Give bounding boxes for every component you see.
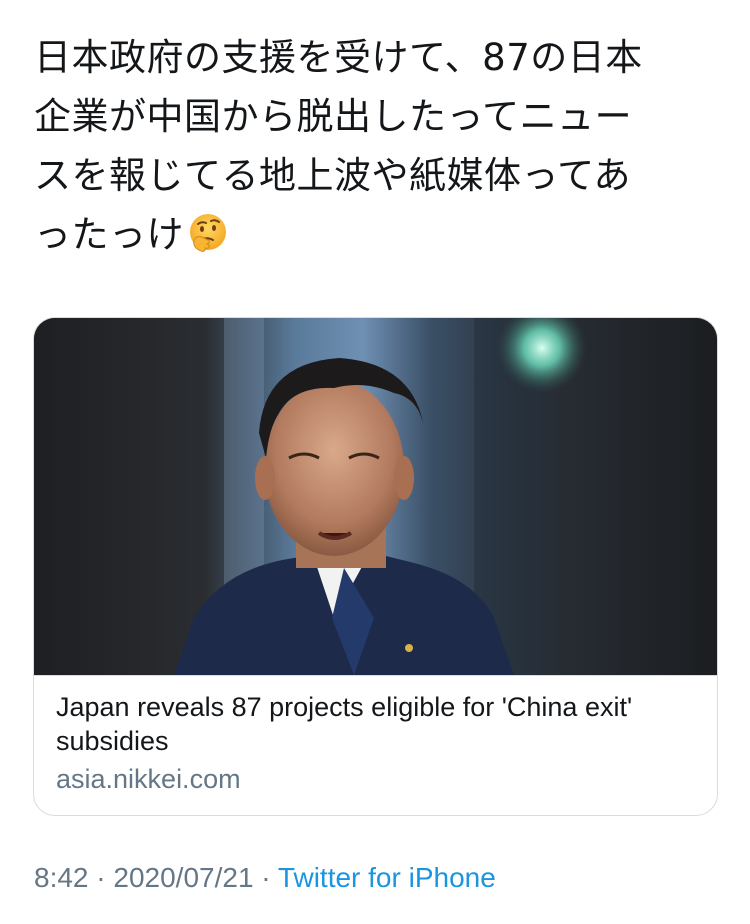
tweet-line-4-text: ったっけ	[34, 213, 184, 256]
tweet-time: 8:42	[34, 862, 89, 893]
tweet-text: 日本政府の支援を受けて、87の日本 企業が中国から脱出したってニュー スを報じて…	[34, 28, 724, 264]
tweet-line-2: 企業が中国から脱出したってニュー	[34, 95, 633, 138]
thinking-face-icon	[186, 211, 230, 255]
card-domain: asia.nikkei.com	[56, 764, 241, 794]
card-image[interactable]	[34, 318, 717, 675]
card-body[interactable]: Japan reveals 87 projects eligible for '…	[34, 675, 717, 815]
tweet-line-3: スを報じてる地上波や紙媒体ってあ	[34, 154, 632, 197]
tweet-line-4: ったっけ	[34, 205, 724, 264]
card-title[interactable]: Japan reveals 87 projects eligible for '…	[56, 690, 695, 758]
meta-separator-2: ·	[253, 862, 278, 893]
tweet-meta: 8:42 · 2020/07/21 · Twitter for iPhone	[34, 862, 496, 894]
tweet-line-1: 日本政府の支援を受けて、87の日本	[34, 36, 643, 79]
tweet-source-link[interactable]: Twitter for iPhone	[278, 862, 496, 893]
link-card[interactable]: Japan reveals 87 projects eligible for '…	[33, 317, 718, 816]
tweet-date[interactable]: 2020/07/21	[113, 862, 253, 893]
meta-separator-1: ·	[88, 862, 114, 893]
